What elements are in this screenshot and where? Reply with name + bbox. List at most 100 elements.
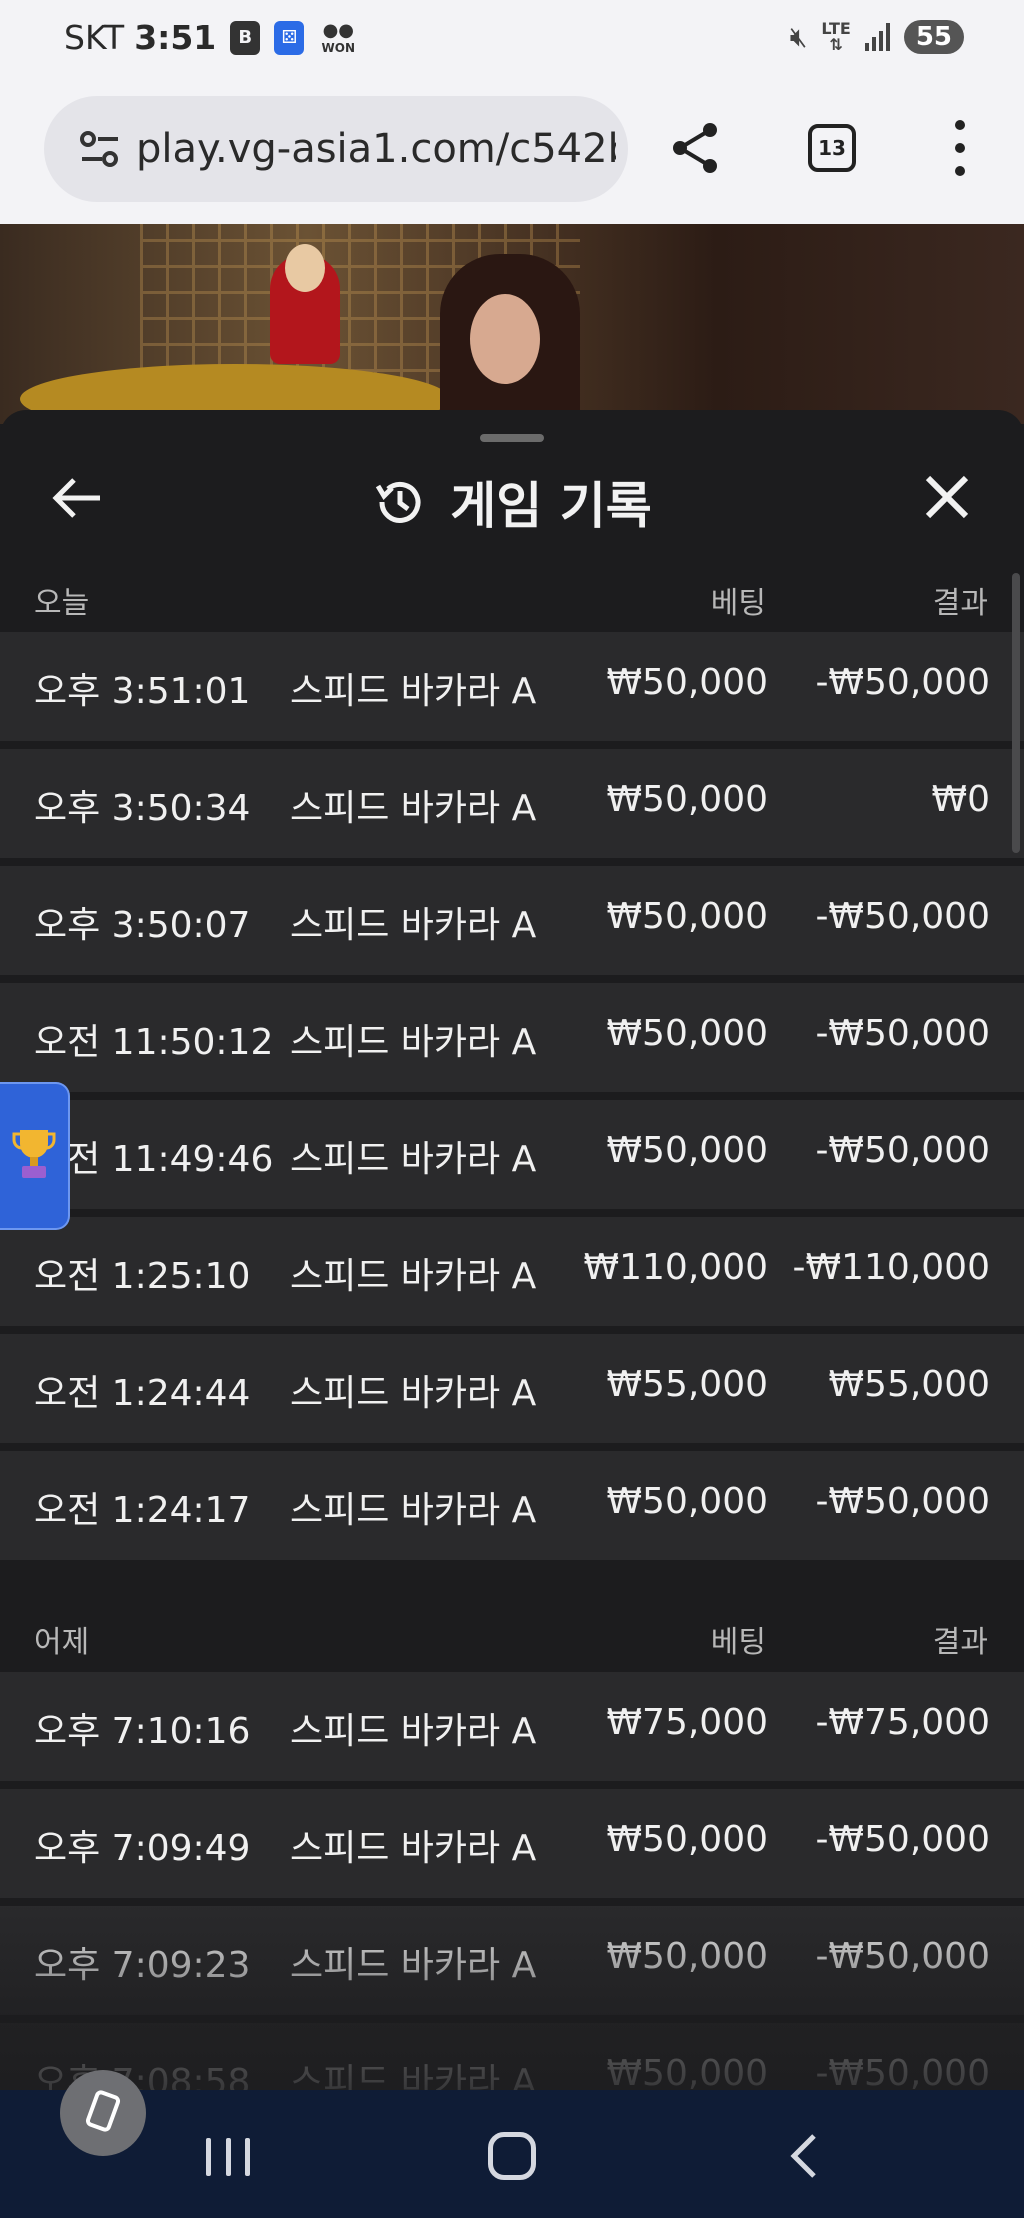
status-right: 🔇︎ LTE ⇅ 55 (790, 20, 964, 54)
round-time: 오전 1:25:10 (34, 1256, 251, 1297)
scrollbar[interactable] (1012, 573, 1020, 853)
lte-icon: LTE ⇅ (821, 21, 850, 53)
section-header-today: 오늘 베팅 결과 (0, 568, 1024, 624)
section-label: 오늘 (34, 586, 90, 621)
history-row[interactable]: 오후 7:09:49 스피드 바카라 A ₩50,000 -₩50,000 (0, 1789, 1024, 1898)
url-text[interactable]: play.vg-asia1.com/c542bc (136, 126, 616, 172)
carrier-label: SKT (64, 18, 125, 57)
result-column-header: 결과 (932, 1625, 988, 1660)
bet-amount: ₩110,000 (583, 1247, 768, 1288)
game-name: 스피드 바카라 A (290, 1711, 537, 1752)
game-name: 스피드 바카라 A (290, 1139, 537, 1180)
history-row[interactable]: 오전 1:24:17 스피드 바카라 A ₩50,000 -₩50,000 (0, 1451, 1024, 1560)
history-row[interactable]: 오후 3:50:07 스피드 바카라 A ₩50,000 -₩50,000 (0, 866, 1024, 975)
result-amount: -₩110,000 (792, 1247, 990, 1288)
game-name: 스피드 바카라 A (290, 1022, 537, 1063)
history-list-today: 오후 3:51:01 스피드 바카라 A ₩50,000 -₩50,000 오후… (0, 632, 1024, 1568)
bet-amount: ₩75,000 (606, 1702, 768, 1743)
history-row[interactable]: 오후 3:50:34 스피드 바카라 A ₩50,000 ₩0 (0, 749, 1024, 858)
history-row[interactable]: 오후 3:51:01 스피드 바카라 A ₩50,000 -₩50,000 (0, 632, 1024, 741)
round-time: 오전 1:24:17 (34, 1490, 251, 1531)
site-settings-icon[interactable] (78, 127, 122, 171)
clock: 3:51 (134, 18, 217, 57)
live-video-background (0, 224, 1024, 424)
battery-level: 55 (903, 20, 964, 54)
result-amount: -₩50,000 (815, 1936, 990, 1977)
bet-column-header: 베팅 (710, 586, 766, 621)
history-row[interactable]: 오후 7:08:58 스피드 바카라 A ₩50,000 -₩50,000 (0, 2023, 1024, 2090)
round-time: 오후 3:50:07 (34, 905, 251, 946)
won-icon-bubble: ●● (322, 20, 354, 41)
system-nav-bar (0, 2090, 1024, 2218)
round-time: 오전 1:24:44 (34, 1373, 251, 1414)
result-amount: -₩50,000 (815, 2053, 990, 2090)
game-name: 스피드 바카라 A (290, 905, 537, 946)
signal-icon (864, 23, 890, 51)
history-row[interactable]: 오전 11:49:46 스피드 바카라 A ₩50,000 -₩50,000 (0, 1100, 1024, 1209)
result-amount: -₩75,000 (815, 1702, 990, 1743)
won-label: WON (321, 41, 356, 55)
bet-amount: ₩50,000 (606, 1936, 768, 1977)
game-name: 스피드 바카라 A (290, 1373, 537, 1414)
result-amount: ₩55,000 (828, 1364, 990, 1405)
history-icon (372, 474, 428, 530)
round-time: 오후 3:50:34 (34, 788, 251, 829)
sheet-title: 게임 기록 (450, 477, 652, 535)
result-column-header: 결과 (932, 586, 988, 621)
bet-amount: ₩50,000 (606, 1130, 768, 1171)
section-label: 어제 (34, 1625, 90, 1660)
round-time: 오후 7:09:49 (34, 1828, 251, 1869)
game-history-sheet: 게임 기록 오늘 베팅 결과 오후 3:51:01 스피드 바카라 A ₩50,… (0, 410, 1024, 2090)
history-row[interactable]: 오전 1:24:44 스피드 바카라 A ₩55,000 ₩55,000 (0, 1334, 1024, 1443)
round-time: 오전 11:50:12 (34, 1022, 274, 1063)
won-app-icon: ●● WON (318, 20, 358, 55)
close-icon[interactable] (920, 470, 974, 524)
tab-switcher-button[interactable]: 13 (808, 124, 856, 172)
result-amount: -₩50,000 (815, 1130, 990, 1171)
result-amount: -₩50,000 (815, 896, 990, 937)
game-name: 스피드 바카라 A (290, 1945, 537, 1986)
history-row[interactable]: 오전 1:25:10 스피드 바카라 A ₩110,000 -₩110,000 (0, 1217, 1024, 1326)
bet-amount: ₩50,000 (606, 662, 768, 703)
rotate-icon (78, 2086, 128, 2140)
sheet-header: 게임 기록 (0, 466, 1024, 538)
history-row[interactable]: 오전 11:50:12 스피드 바카라 A ₩50,000 -₩50,000 (0, 983, 1024, 1092)
share-icon[interactable] (668, 120, 724, 176)
game-name: 스피드 바카라 A (290, 671, 537, 712)
game-name: 스피드 바카라 A (290, 2062, 537, 2090)
game-name: 스피드 바카라 A (290, 1828, 537, 1869)
bet-column-header: 베팅 (710, 1625, 766, 1660)
mute-icon: 🔇︎ (789, 20, 808, 53)
browser-toolbar: play.vg-asia1.com/c542bc 13 (0, 84, 1024, 224)
round-time: 오후 3:51:01 (34, 671, 251, 712)
rotate-screen-button[interactable] (60, 2070, 146, 2156)
bet-amount: ₩50,000 (606, 1819, 768, 1860)
history-list-yesterday: 오후 7:10:16 스피드 바카라 A ₩75,000 -₩75,000 오후… (0, 1672, 1024, 2090)
round-time: 오후 7:10:16 (34, 1711, 251, 1752)
history-row[interactable]: 오후 7:09:23 스피드 바카라 A ₩50,000 -₩50,000 (0, 1906, 1024, 2015)
result-amount: -₩50,000 (815, 1481, 990, 1522)
game-name: 스피드 바카라 A (290, 788, 537, 829)
bet-amount: ₩50,000 (606, 1481, 768, 1522)
dice-app-icon: ⚄ (274, 20, 305, 55)
back-button[interactable] (784, 2130, 824, 2182)
result-amount: -₩50,000 (815, 662, 990, 703)
more-vert-icon[interactable] (948, 120, 972, 176)
address-bar[interactable]: play.vg-asia1.com/c542bc (44, 96, 628, 202)
status-left: SKT 3:51 B ⚄ ●● WON (64, 18, 358, 57)
round-time: 오후 7:08:58 (34, 2062, 251, 2090)
round-time: 오후 7:09:23 (34, 1945, 251, 1986)
result-amount: ₩0 (931, 779, 991, 820)
game-name: 스피드 바카라 A (290, 1490, 537, 1531)
bet-amount: ₩50,000 (606, 1013, 768, 1054)
home-button[interactable] (488, 2132, 536, 2180)
history-row[interactable]: 오후 7:10:16 스피드 바카라 A ₩75,000 -₩75,000 (0, 1672, 1024, 1781)
sheet-drag-handle[interactable] (480, 434, 544, 442)
leaderboard-tab[interactable] (0, 1082, 70, 1230)
status-bar: SKT 3:51 B ⚄ ●● WON 🔇︎ LTE ⇅ 55 (0, 0, 1024, 84)
bet-amount: ₩50,000 (606, 779, 768, 820)
game-name: 스피드 바카라 A (290, 1256, 537, 1297)
result-amount: -₩50,000 (815, 1819, 990, 1860)
b-app-icon: B (230, 20, 261, 55)
recents-button[interactable] (206, 2138, 250, 2176)
